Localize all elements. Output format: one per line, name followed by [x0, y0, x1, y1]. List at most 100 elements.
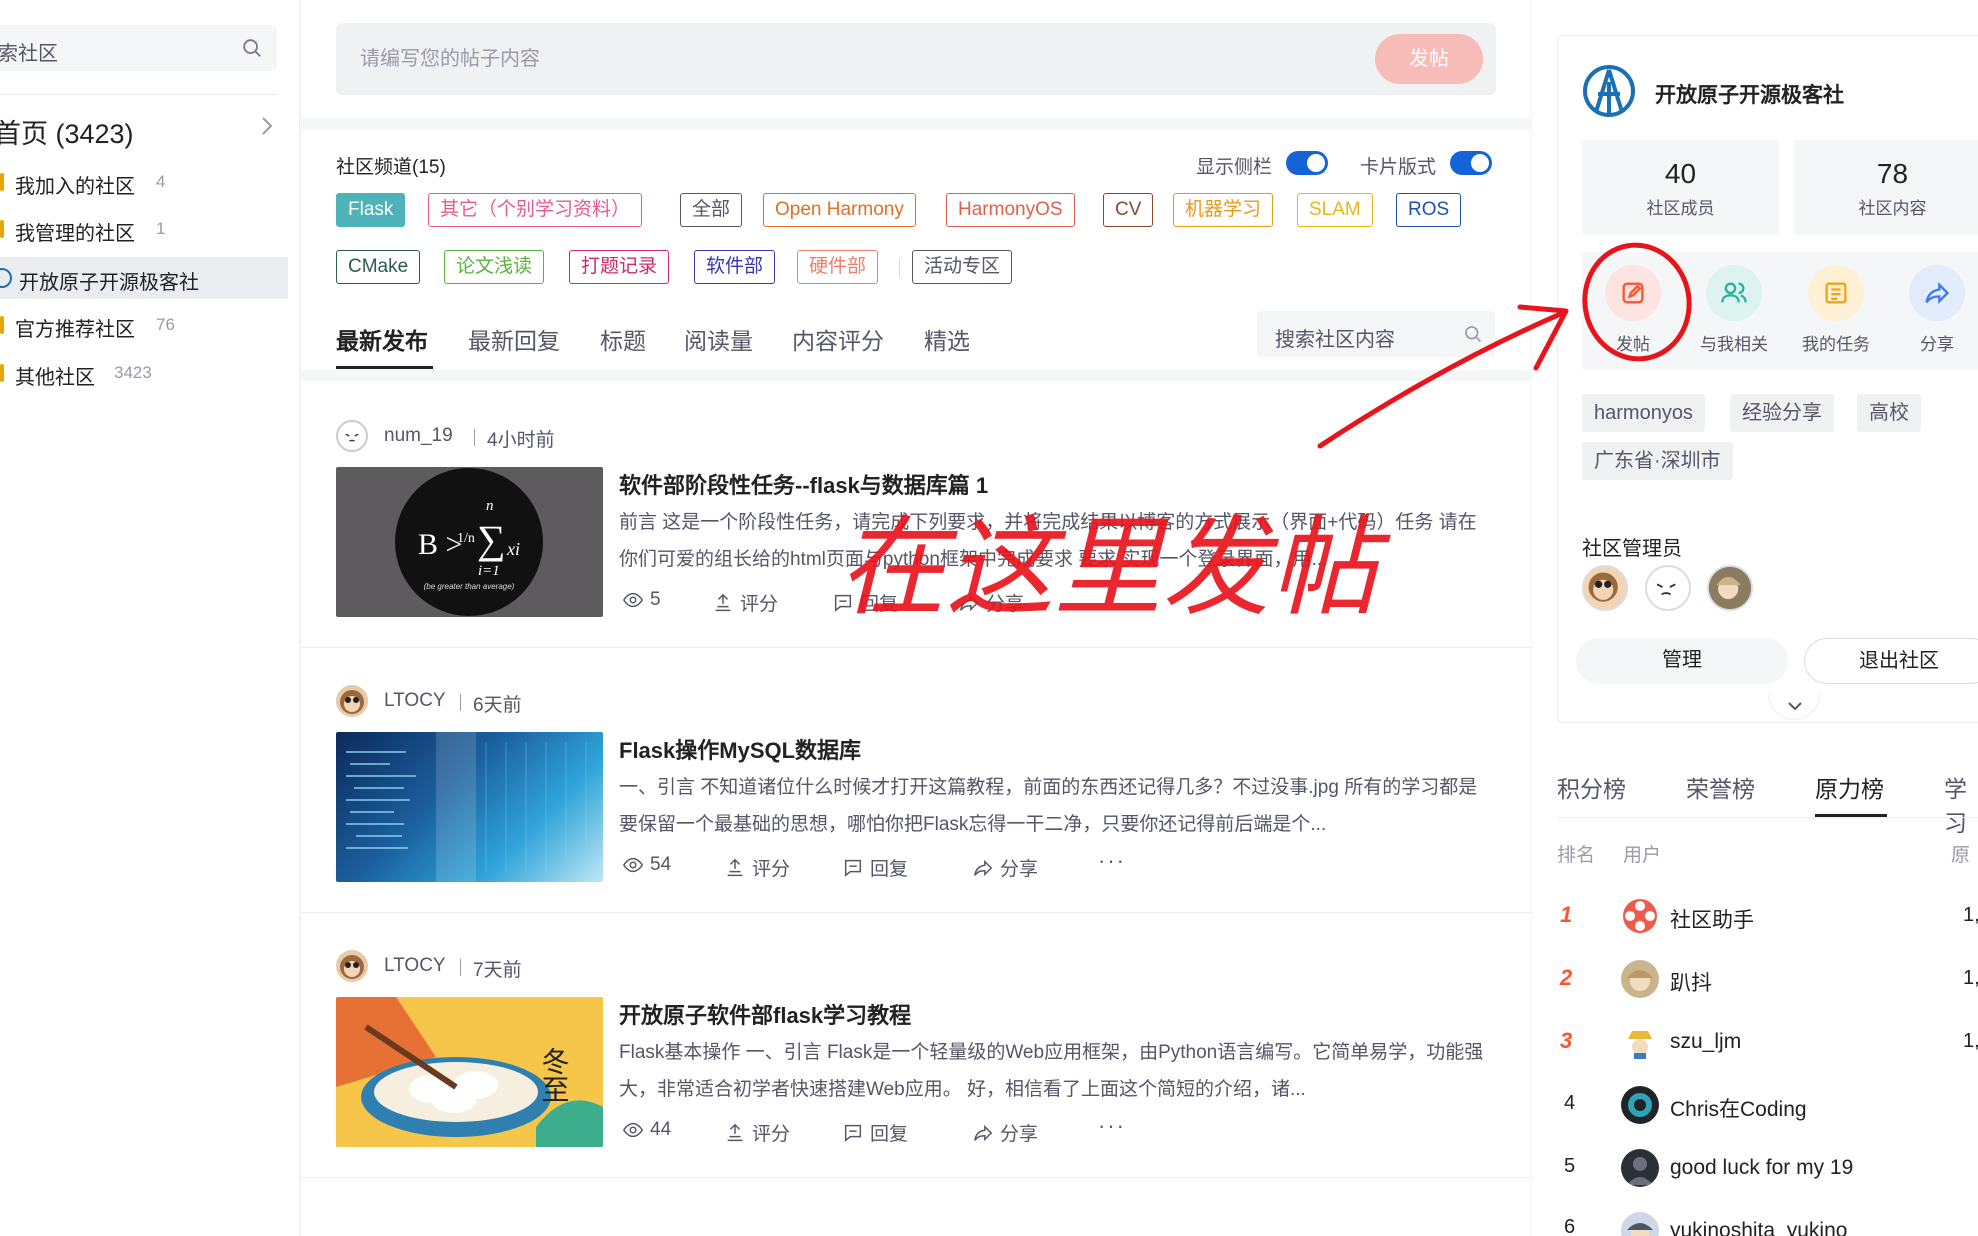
rate-label: 评分 [752, 1124, 791, 1145]
reply-button[interactable]: 回复 [842, 1119, 908, 1146]
channel-tag[interactable]: SLAM [1297, 193, 1373, 227]
nav-other-communities[interactable]: 其他社区 3423 [0, 352, 288, 394]
member-stat[interactable]: 40 社区成员 [1582, 140, 1779, 235]
tab-views[interactable]: 阅读量 [684, 322, 753, 356]
channel-tag[interactable]: ROS [1396, 193, 1462, 227]
rank-user-name[interactable]: szu_ljm [1670, 1030, 1741, 1054]
home-link[interactable]: 首页 (3423) [0, 112, 134, 151]
tab-latest[interactable]: 最新发布 [336, 322, 428, 356]
community-tag[interactable]: 广东省·深圳市 [1582, 442, 1733, 480]
admin-avatar[interactable] [1582, 565, 1628, 611]
post-summary: Flask基本操作 一、引言 Flask是一个轻量级的Web应用框架，由Pyth… [619, 1042, 1484, 1100]
tab-latest-reply[interactable]: 最新回复 [468, 322, 560, 356]
community-tag[interactable]: 经验分享 [1730, 394, 1834, 432]
community-tag[interactable]: harmonyos [1582, 394, 1705, 432]
manage-button[interactable]: 管理 [1576, 638, 1788, 684]
rank-avatar[interactable] [1621, 1023, 1659, 1061]
share-button[interactable]: 分享 [958, 589, 1024, 616]
rate-button[interactable]: 评分 [712, 589, 778, 616]
toggle-card-switch[interactable] [1450, 151, 1492, 175]
toggle-sidebar-label: 显示侧栏 [1196, 157, 1273, 178]
rank-avatar[interactable] [1621, 1149, 1659, 1187]
quit-community-button[interactable]: 退出社区 [1804, 638, 1978, 684]
channel-tag[interactable]: 全部 [680, 193, 743, 227]
admin-avatar[interactable] [1707, 565, 1753, 611]
post-content-input[interactable] [336, 23, 1496, 95]
post-title[interactable]: 软件部阶段性任务--flask与数据库篇 1 [619, 468, 988, 500]
rank-user-name[interactable]: Chris在Coding [1670, 1093, 1807, 1123]
channel-tag[interactable]: 软件部 [694, 250, 776, 284]
tab-title[interactable]: 标题 [600, 322, 646, 356]
rank-avatar[interactable] [1621, 1086, 1659, 1124]
community-logo[interactable] [1582, 64, 1636, 118]
admin-avatar[interactable] [1645, 565, 1691, 611]
channel-tag[interactable]: 论文浅读 [444, 250, 545, 284]
eye-icon [622, 592, 644, 608]
more-menu-icon[interactable]: ··· [1098, 1113, 1126, 1139]
post-author[interactable]: num_19 [384, 425, 453, 447]
anime-avatar-icon [1627, 970, 1653, 991]
rate-button[interactable]: 评分 [724, 1119, 790, 1146]
channel-tag[interactable]: 打题记录 [569, 250, 670, 284]
share-button[interactable]: 分享 [972, 854, 1038, 881]
channel-tag[interactable]: CMake [336, 250, 421, 284]
avatar[interactable] [336, 950, 368, 982]
rank-avatar[interactable] [1621, 960, 1659, 998]
toggle-sidebar-switch[interactable] [1286, 151, 1328, 175]
code-illustration [346, 732, 587, 882]
tab-learning-rank[interactable]: 学习 [1944, 770, 1978, 838]
tab-force-rank[interactable]: 原力榜 [1815, 770, 1884, 804]
post-author[interactable]: LTOCY [384, 955, 446, 977]
action-related[interactable]: 与我相关 [1684, 265, 1784, 355]
tab-featured[interactable]: 精选 [924, 322, 970, 356]
rank-user-name[interactable]: 趴抖 [1670, 967, 1712, 997]
channel-tag[interactable]: HarmonyOS [946, 193, 1075, 227]
channel-tag[interactable]: 其它（个别学习资料） [428, 193, 643, 227]
community-tag[interactable]: 高校 [1857, 394, 1921, 432]
nav-joined-communities[interactable]: 我加入的社区 4 [0, 161, 288, 203]
channel-tag[interactable]: CV [1103, 193, 1154, 227]
more-menu-icon[interactable]: ··· [1098, 848, 1126, 874]
monkey-avatar-icon [1588, 572, 1618, 602]
post-time: 4小时前 [487, 430, 555, 451]
reply-button[interactable]: 回复 [842, 854, 908, 881]
publish-button[interactable]: 发帖 [1375, 34, 1483, 84]
tab-points-rank[interactable]: 积分榜 [1557, 770, 1626, 804]
action-share[interactable]: 分享 [1887, 265, 1978, 355]
community-name[interactable]: 开放原子开源极客社 [1655, 79, 1844, 109]
post-title[interactable]: 开放原子软件部flask学习教程 [619, 998, 911, 1030]
tab-rating[interactable]: 内容评分 [792, 322, 884, 356]
community-search-box[interactable]: 索社区 [0, 25, 277, 71]
channel-tag[interactable]: Flask [336, 193, 406, 227]
nav-recommended-communities[interactable]: 官方推荐社区 76 [0, 304, 288, 346]
rank-user-name[interactable]: yukinoshita_yukino [1670, 1219, 1847, 1236]
channel-tag[interactable]: 硬件部 [797, 250, 879, 284]
nav-managed-communities[interactable]: 我管理的社区 1 [0, 208, 288, 250]
rank-user-name[interactable]: 社区助手 [1670, 904, 1754, 934]
post-thumbnail[interactable] [336, 732, 603, 882]
rank-number: 4 [1564, 1092, 1576, 1114]
reply-button[interactable]: 回复 [832, 589, 898, 616]
rank-user-name[interactable]: good luck for my 19 [1670, 1156, 1853, 1180]
post-thumbnail[interactable]: B > 1/n n ∑ xi i=1 (be greater than aver… [336, 467, 603, 617]
avatar[interactable] [336, 420, 368, 452]
post-author[interactable]: LTOCY [384, 690, 446, 712]
post-summary: 一、引言 不知道诸位什么时候才打开这篇教程，前面的东西还记得几多？不过没事.jp… [619, 777, 1478, 835]
channel-tag[interactable]: Open Harmony [763, 193, 916, 227]
share-button[interactable]: 分享 [972, 1119, 1038, 1146]
community-content-search[interactable]: 搜索社区内容 [1257, 311, 1495, 357]
nav-current-community[interactable]: 开放原子开源极客社 [0, 257, 288, 299]
avatar[interactable] [336, 685, 368, 717]
action-tasks[interactable]: 我的任务 [1786, 265, 1886, 355]
post-title[interactable]: Flask操作MySQL数据库 [619, 733, 861, 765]
channel-tag[interactable]: 机器学习 [1173, 193, 1274, 227]
post-thumbnail[interactable]: 冬至 [336, 997, 603, 1147]
rate-button[interactable]: 评分 [724, 854, 790, 881]
tab-honor-rank[interactable]: 荣誉榜 [1686, 770, 1755, 804]
action-label: 分享 [1920, 335, 1954, 354]
action-post[interactable]: 发帖 [1583, 265, 1683, 355]
channel-tag[interactable]: 活动专区 [912, 250, 1013, 284]
content-stat[interactable]: 78 社区内容 [1794, 140, 1978, 235]
rank-avatar[interactable] [1621, 897, 1659, 935]
flower-avatar-icon [1623, 899, 1657, 933]
